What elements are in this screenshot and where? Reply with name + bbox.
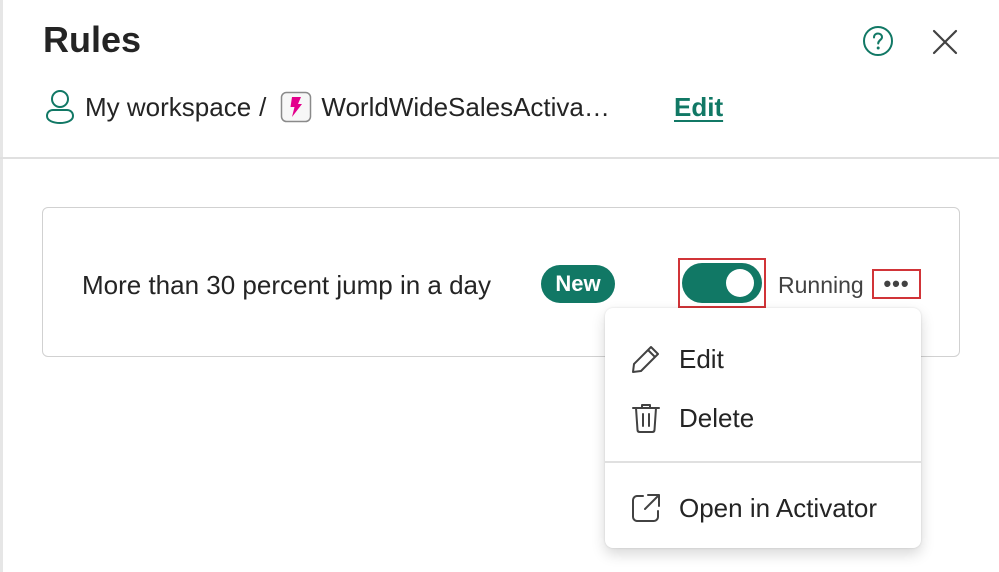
person-icon [45,90,75,125]
close-icon [932,29,958,55]
pencil-icon [632,346,659,373]
context-menu: Edit Delete Open in Activator [605,308,921,548]
menu-item-label: Delete [679,403,755,433]
toggle-knob [726,269,754,297]
rule-toggle[interactable] [682,263,762,303]
menu-divider [605,461,921,463]
breadcrumb-workspace[interactable]: My workspace [85,92,251,123]
more-options-button[interactable]: ••• [872,269,921,299]
edit-link[interactable]: Edit [674,90,723,124]
menu-item-label: Open in Activator [679,493,877,523]
breadcrumb-separator: / [259,91,267,122]
header-divider [0,157,999,159]
menu-item-label: Edit [679,344,724,374]
rule-status: Running [778,272,864,298]
panel-left-edge [0,0,3,572]
open-external-icon [632,494,660,522]
activator-icon [281,91,312,123]
more-horizontal-icon: ••• [883,271,910,296]
menu-item-open-in-activator[interactable]: Open in Activator [605,478,921,538]
trash-icon [632,404,660,433]
question-circle-icon [863,26,893,56]
panel-title: Rules [43,19,142,60]
new-badge: New [541,265,615,303]
help-button[interactable] [862,25,894,57]
rule-name: More than 30 percent jump in a day [82,270,492,300]
rules-panel: Rules My workspace / WorldWideSalesActiv… [0,0,999,572]
breadcrumb-item[interactable]: WorldWideSalesActiva… [321,92,610,123]
menu-item-edit[interactable]: Edit [605,329,921,389]
close-button[interactable] [931,28,959,56]
menu-item-delete[interactable]: Delete [605,388,921,448]
breadcrumb: My workspace / WorldWideSalesActiva… [45,87,610,127]
